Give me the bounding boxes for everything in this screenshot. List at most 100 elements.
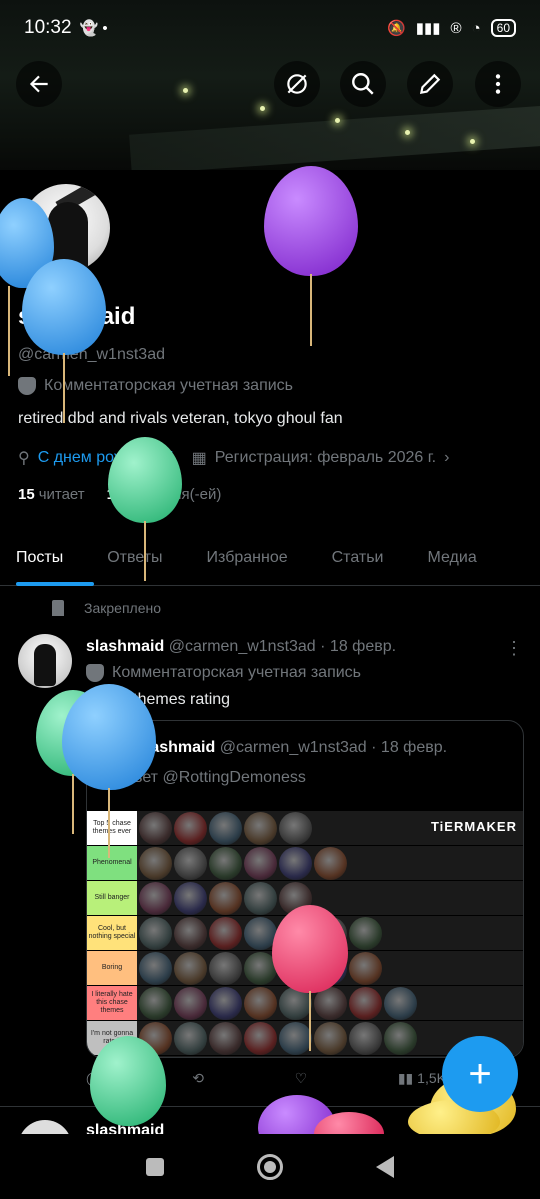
- character-portrait: [314, 1022, 347, 1055]
- balloon-decoration: [22, 259, 106, 423]
- home-icon[interactable]: [256, 1153, 283, 1180]
- character-portrait: [174, 952, 207, 985]
- balloon-decoration: [62, 684, 156, 858]
- character-portrait: [349, 1022, 382, 1055]
- balloon-decoration: [108, 437, 182, 581]
- character-portrait: [174, 987, 207, 1020]
- joined-date: Регистрация: февраль 2026 г.: [214, 449, 437, 466]
- status-time: 10:32: [24, 17, 72, 38]
- character-portrait: [244, 812, 277, 845]
- character-portrait: [349, 987, 382, 1020]
- profile-meta: ⚲ С днем рождения! ▦ Регистрация: феврал…: [18, 448, 449, 468]
- character-portrait: [279, 847, 312, 880]
- character-portrait: [349, 952, 382, 985]
- balloon-decoration: [272, 905, 348, 1051]
- tab-media[interactable]: Медиа: [399, 530, 492, 586]
- post-avatar[interactable]: [18, 634, 72, 688]
- character-portrait: [244, 847, 277, 880]
- grok-button[interactable]: [274, 61, 320, 107]
- back-button[interactable]: [16, 61, 62, 107]
- character-portrait: [174, 917, 207, 950]
- post-more-icon[interactable]: ⋮: [505, 638, 523, 659]
- wifi-icon: ◔: [471, 19, 481, 37]
- post-account-type: Комментаторская учетная запись: [86, 664, 361, 682]
- plus-icon: +: [468, 1051, 492, 1096]
- balloon-decoration: [90, 1036, 166, 1126]
- tab-replies[interactable]: Ответы: [79, 530, 178, 586]
- character-portrait: [139, 952, 172, 985]
- tier-label: I literally hate this chase themes: [87, 986, 137, 1020]
- character-portrait: [384, 987, 417, 1020]
- roaming-icon: ®: [450, 19, 462, 37]
- profile-tabs: Посты Ответы Избранное Статьи Медиа: [0, 530, 540, 586]
- character-portrait: [314, 847, 347, 880]
- character-portrait: [174, 847, 207, 880]
- recents-icon[interactable]: [146, 1157, 165, 1176]
- balloon-location-icon: ⚲: [18, 450, 30, 467]
- character-portrait: [349, 917, 382, 950]
- pinned-label: Закреплено: [84, 600, 161, 616]
- mask-icon: [86, 664, 104, 682]
- balloon-decoration: [264, 166, 358, 346]
- character-portrait: [139, 987, 172, 1020]
- mask-icon: [18, 377, 36, 395]
- character-portrait: [174, 1022, 207, 1055]
- character-portrait: [174, 812, 207, 845]
- character-portrait: [209, 882, 242, 915]
- post-author-name[interactable]: slashmaid: [86, 638, 164, 655]
- character-portrait: [139, 812, 172, 845]
- character-portrait: [384, 1022, 417, 1055]
- compose-fab[interactable]: +: [442, 1036, 518, 1112]
- post-handle-date: @carmen_w1nst3ad · 18 февр.: [168, 638, 397, 655]
- character-portrait: [209, 812, 242, 845]
- repost-icon[interactable]: ⟲: [192, 1070, 204, 1087]
- tab-likes[interactable]: Избранное: [179, 530, 304, 586]
- views-icon: ▮▮: [397, 1070, 414, 1086]
- character-portrait: [139, 917, 172, 950]
- account-type: Комментаторская учетная запись: [18, 377, 293, 395]
- more-vertical-icon: [495, 74, 501, 94]
- quote-header: slashmaid @carmen_w1nst3ad · 18 февр.: [137, 739, 448, 756]
- notification-icons: 👻 •: [79, 20, 108, 37]
- search-button[interactable]: [340, 61, 386, 107]
- grok-icon: [287, 74, 307, 94]
- more-button[interactable]: [475, 61, 521, 107]
- character-portrait: [209, 987, 242, 1020]
- character-portrait: [209, 952, 242, 985]
- system-nav-bar: [0, 1134, 540, 1199]
- arrow-left-icon: [29, 75, 48, 93]
- back-nav-icon[interactable]: [375, 1155, 394, 1178]
- character-portrait: [244, 1022, 277, 1055]
- tier-label: Phenomenal: [87, 846, 137, 880]
- signal-icon: ▮▮▮: [415, 20, 441, 37]
- calendar-icon: ▦: [191, 450, 207, 467]
- pinned-indicator: Закреплено: [52, 600, 161, 616]
- battery-icon: 60: [490, 19, 516, 37]
- tab-posts[interactable]: Посты: [0, 530, 95, 586]
- search-icon: [352, 73, 374, 95]
- profile-bio: retired dbd and rivals veteran, tokyo gh…: [18, 410, 343, 427]
- character-portrait: [139, 882, 172, 915]
- tier-row: Phenomenal: [87, 846, 523, 881]
- mute-icon: 🔕: [387, 20, 406, 37]
- pin-icon: [52, 600, 64, 616]
- following-stat[interactable]: 15 читает: [18, 486, 85, 503]
- chevron-right-icon[interactable]: ›: [444, 449, 449, 467]
- tier-label: Cool, but nothing special: [87, 916, 137, 950]
- character-portrait: [209, 917, 242, 950]
- tier-label: Boring: [87, 951, 137, 985]
- tier-label: Top 5 chase themes ever: [87, 811, 137, 845]
- character-portrait: [174, 882, 207, 915]
- account-type-label: Комментаторская учетная запись: [44, 377, 293, 394]
- character-portrait: [209, 1022, 242, 1055]
- tier-label: Still banger: [87, 881, 137, 915]
- character-portrait: [279, 1022, 312, 1055]
- tab-articles[interactable]: Статьи: [304, 530, 400, 586]
- character-portrait: [279, 812, 312, 845]
- character-portrait: [209, 847, 242, 880]
- edit-button[interactable]: [407, 61, 453, 107]
- tier-row: Top 5 chase themes ever: [87, 811, 523, 846]
- character-portrait: [139, 847, 172, 880]
- post-header: slashmaid @carmen_w1nst3ad · 18 февр.: [86, 638, 396, 656]
- like-icon[interactable]: ♡: [295, 1070, 308, 1087]
